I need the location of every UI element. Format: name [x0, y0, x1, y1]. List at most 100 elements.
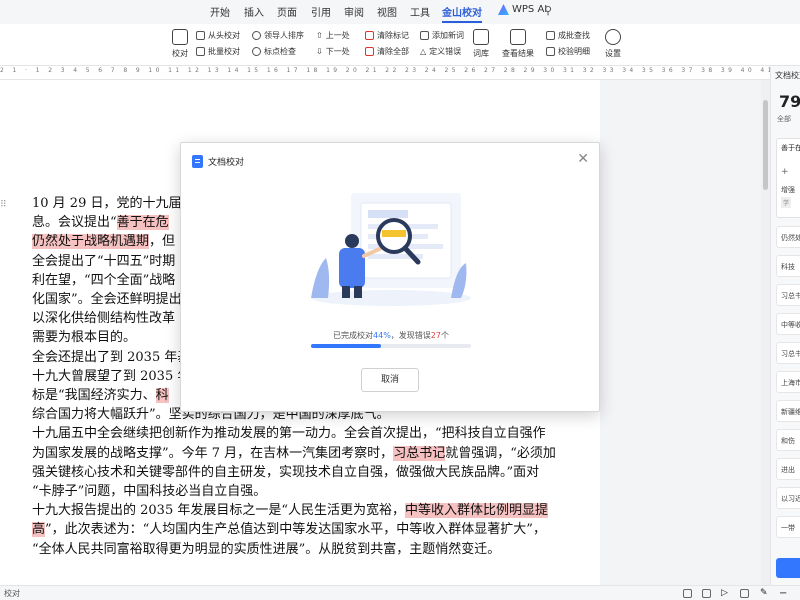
- add-word-icon: [420, 31, 429, 40]
- panel-issue-item[interactable]: 和伤: [776, 429, 800, 451]
- error-highlight[interactable]: 仍然处于战略机遇期: [32, 234, 150, 250]
- error-count: 27: [430, 331, 441, 340]
- panel-issue-item[interactable]: 科技: [776, 255, 800, 277]
- scrollbar-thumb[interactable]: [763, 100, 768, 190]
- punct-check-button[interactable]: 标点检查: [252, 46, 296, 57]
- cancel-button[interactable]: 取消: [361, 368, 419, 392]
- panel-issue-item[interactable]: 以习近: [776, 487, 800, 509]
- view-results-label: 查看结果: [502, 49, 534, 58]
- progress-percent: 44%: [373, 331, 391, 340]
- warning-icon: △: [420, 47, 427, 56]
- clear-all-icon: [365, 47, 374, 56]
- panel-issue-item[interactable]: 习总书: [776, 284, 800, 306]
- document-line[interactable]: 十九届五中全会继续把创新作为推动发展的第一动力。全会首次提出，“把科技自立自强作: [32, 424, 572, 443]
- prev-label: 上一处: [325, 31, 350, 40]
- panel-issue-item[interactable]: 中等收: [776, 313, 800, 335]
- document-line[interactable]: “卡脖子”问题，中国科技必当自立自强。: [32, 482, 572, 501]
- text-run: 十九大报告提出的 2035 年发展目标之一是“人民生活更为宽裕，: [32, 503, 405, 519]
- progress-bar: [311, 344, 471, 348]
- next-label: 下一处: [325, 47, 350, 56]
- plus-icon[interactable]: +: [781, 167, 789, 177]
- panel-issue-item[interactable]: 进出: [776, 458, 800, 480]
- proofread-dialog: 文档校对 ✕ 已完成校对44%，发现错误27个 取消: [180, 142, 600, 412]
- clear-marks-button[interactable]: 清除标记: [365, 30, 409, 41]
- doc-icon: [196, 31, 205, 40]
- dialog-title: 文档校对: [208, 158, 245, 168]
- search-icon[interactable]: ⚲: [544, 4, 552, 17]
- status-label: 校对: [4, 589, 20, 598]
- error-highlight[interactable]: 中等收入群体比例明显提: [405, 503, 549, 519]
- panel-issue-item[interactable]: 一带: [776, 516, 800, 538]
- text-run: “卡脖子”问题，中国科技必当自立自强。: [32, 484, 267, 500]
- batch-proofread-button[interactable]: 批量校对: [196, 46, 240, 57]
- add-word-label: 添加新词: [432, 31, 464, 40]
- paragraph-anchor-icon[interactable]: ⠿: [0, 200, 7, 210]
- tab-reference[interactable]: 引用: [311, 4, 331, 19]
- panel-score: 79: [779, 92, 800, 111]
- issue-card-action: 增强: [781, 186, 795, 194]
- horizontal-ruler[interactable]: 2 1 · 1 2 3 4 5 6 7 8 9 10 11 12 13 14 1…: [0, 66, 800, 80]
- proofread-icon: [172, 29, 188, 45]
- text-run: 十九届五中全会继续把创新作为推动发展的第一动力。全会首次提出，“把科技自立自强作: [32, 426, 546, 442]
- tab-insert[interactable]: 插入: [244, 4, 264, 19]
- lexicon-button[interactable]: 词库: [466, 29, 496, 59]
- document-line[interactable]: 十九大报告提出的 2035 年发展目标之一是“人民生活更为宽裕，中等收入群体比例…: [32, 501, 572, 520]
- panel-issue-item[interactable]: 仍然处: [776, 226, 800, 248]
- clear-all-button[interactable]: 清除全部: [365, 46, 409, 57]
- pen-icon[interactable]: ✎: [760, 589, 769, 598]
- view-results-button[interactable]: 查看结果: [500, 29, 536, 59]
- text-run: 10 月 29 日，党的十九届: [32, 196, 182, 211]
- error-highlight[interactable]: 高: [32, 522, 46, 538]
- define-error-button[interactable]: △ 定义错误: [420, 46, 461, 57]
- panel-issue-item[interactable]: 新疆维: [776, 400, 800, 422]
- tab-tools[interactable]: 工具: [410, 4, 430, 19]
- vertical-scrollbar[interactable]: [761, 80, 770, 585]
- tab-page[interactable]: 页面: [277, 4, 297, 19]
- proof-notes-button[interactable]: 校验明细: [546, 46, 590, 57]
- text-run: “全体人民共同富裕取得更为明显的实质性进展”。从脱贫到共富，主题悄然变迁。: [32, 541, 501, 557]
- next-button[interactable]: ⇩ 下一处: [316, 46, 350, 57]
- panel-primary-button[interactable]: [776, 558, 800, 578]
- tab-view[interactable]: 视图: [377, 4, 397, 19]
- close-icon[interactable]: ✕: [577, 151, 589, 167]
- from-start-button[interactable]: 从头校对: [196, 30, 240, 41]
- outline-icon[interactable]: [702, 589, 711, 598]
- progress-prefix: 已完成校对: [333, 331, 374, 340]
- error-highlight[interactable]: 科: [155, 388, 169, 404]
- tab-home[interactable]: 开始: [210, 4, 230, 19]
- document-line[interactable]: 强关键核心技术和关键零部件的自主研发，实现技术自立自强，做强做大民族品牌。”面对: [32, 463, 572, 482]
- zoom-out-icon[interactable]: −: [779, 589, 788, 599]
- define-error-label: 定义错误: [429, 47, 462, 56]
- prev-button[interactable]: ⇧ 上一处: [316, 30, 350, 41]
- tab-review[interactable]: 审阅: [344, 4, 364, 19]
- gear-icon: [605, 29, 621, 45]
- batch-find-button[interactable]: 成批查找: [546, 30, 590, 41]
- import-sort-button[interactable]: 领导人排序: [252, 30, 304, 41]
- text-run: 利在望，“四个全面”战略: [32, 272, 176, 288]
- user-icon: [252, 31, 261, 40]
- document-line[interactable]: 高”，此次表述为：“人均国内生产总值达到中等发达国家水平，中等收入群体显著扩大”…: [32, 520, 572, 539]
- tab-kingsoft-proofread[interactable]: 金山校对: [442, 4, 482, 23]
- error-highlight[interactable]: 习总书记: [393, 445, 446, 461]
- settings-button[interactable]: 设置: [598, 29, 628, 59]
- arrow-down-icon: ⇩: [316, 47, 323, 56]
- clear-all-label: 清除全部: [377, 47, 409, 56]
- play-icon[interactable]: ▷: [721, 589, 730, 598]
- proofread-button[interactable]: 校对: [165, 29, 195, 59]
- document-line[interactable]: “全体人民共同富裕取得更为明显的实质性进展”。从脱贫到共富，主题悄然变迁。: [32, 540, 572, 559]
- error-highlight[interactable]: 善于在危: [116, 215, 169, 231]
- notes-icon: [546, 47, 555, 56]
- document-line[interactable]: 为国家发展的战略支撑”。今年 7 月，在吉林一汽集团考察时，习总书记就曾强调，“…: [32, 444, 572, 463]
- arrow-up-icon: ⇧: [316, 31, 323, 40]
- web-icon[interactable]: [740, 589, 749, 598]
- issue-card[interactable]: 善于在 + 增强 学: [776, 138, 800, 218]
- panel-issue-item[interactable]: 习总书: [776, 342, 800, 364]
- panel-filter[interactable]: 全部: [777, 114, 791, 124]
- settings-label: 设置: [605, 49, 621, 58]
- wps-ai-label: WPS AI: [512, 4, 548, 15]
- panel-issue-item[interactable]: 上海市: [776, 371, 800, 393]
- layout-icon[interactable]: [683, 589, 692, 598]
- wps-ai-button[interactable]: WPS AI: [498, 4, 547, 15]
- text-run: 十九大曾展望了到 2035 年: [32, 368, 191, 384]
- add-word-button[interactable]: 添加新词: [420, 30, 464, 41]
